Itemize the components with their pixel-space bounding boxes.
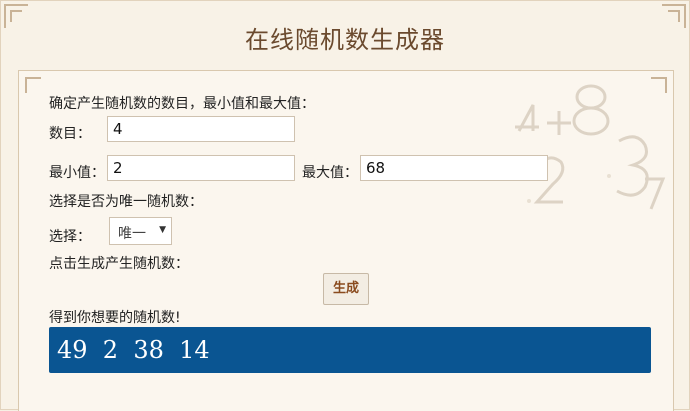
title-bar: 在线随机数生成器 — [0, 0, 690, 66]
numbers-watermark-icon — [515, 84, 666, 210]
max-input[interactable]: 68 — [360, 155, 548, 181]
select-label: 选择： — [49, 229, 91, 245]
unique-prompt: 选择是否为唯一随机数： — [49, 194, 203, 210]
intro-text: 确定产生随机数的数目，最小值和最大值： — [49, 96, 315, 112]
count-label: 数目： — [49, 126, 91, 142]
count-input[interactable]: 4 — [107, 116, 295, 142]
min-input[interactable]: 2 — [107, 155, 295, 181]
panel-corner-icon — [25, 77, 41, 93]
unique-select[interactable]: 唯一 ▼ — [109, 217, 172, 245]
panel-corner-icon — [651, 77, 667, 93]
generate-button[interactable]: 生成 — [323, 273, 369, 305]
generate-prompt: 点击生成产生随机数： — [49, 256, 189, 272]
result-output: 49 2 38 14 — [49, 327, 651, 373]
page-title: 在线随机数生成器 — [245, 26, 445, 54]
result-label: 得到你想要的随机数! — [49, 310, 181, 326]
unique-select-value: 唯一 — [118, 226, 146, 242]
chevron-down-icon: ▼ — [159, 225, 166, 235]
min-label: 最小值： — [49, 165, 105, 181]
generator-panel: 确定产生随机数的数目，最小值和最大值： 数目： 4 最小值： 2 最大值： 68… — [18, 70, 674, 411]
max-label: 最大值： — [302, 165, 358, 181]
